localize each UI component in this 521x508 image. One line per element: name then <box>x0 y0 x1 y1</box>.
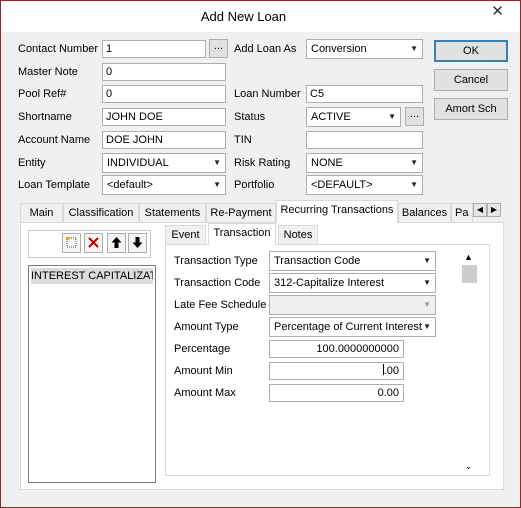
ok-button[interactable]: OK <box>434 40 508 62</box>
transaction-code-select[interactable]: 312-Capitalize Interest ▼ <box>269 273 436 293</box>
entity-label: Entity <box>18 157 46 169</box>
close-button[interactable]: ✕ <box>475 1 520 22</box>
loan-number-input[interactable]: C5 <box>306 85 423 103</box>
chevron-down-icon: ▼ <box>213 158 221 167</box>
percentage-label: Percentage <box>174 343 231 355</box>
tab-overflow[interactable]: Pa <box>451 203 473 222</box>
tab-transaction[interactable]: Transaction <box>208 223 276 245</box>
contact-number-input[interactable]: 1 <box>102 40 206 58</box>
risk-rating-label: Risk Rating <box>234 157 291 169</box>
chevron-down-icon: ▼ <box>423 300 431 309</box>
amount-max-input[interactable]: 0.00 <box>269 384 404 402</box>
chevron-down-icon: ▼ <box>423 322 431 331</box>
chevron-down-icon: ▼ <box>410 158 418 167</box>
arrow-up-icon[interactable] <box>107 233 126 253</box>
amount-type-select[interactable]: Percentage of Current Interest ▼ <box>269 317 436 337</box>
tin-input[interactable] <box>306 131 423 149</box>
amount-min-value-after: .00 <box>383 365 399 377</box>
list-item[interactable]: INTEREST CAPITALIZATION <box>31 268 153 284</box>
tab-re-payment[interactable]: Re-Payment <box>206 203 276 222</box>
scroll-up-icon[interactable]: ▲ <box>460 251 477 263</box>
late-fee-schedule-label: Late Fee Schedule <box>174 299 267 311</box>
pool-ref-label: Pool Ref# <box>18 88 67 100</box>
amount-type-label: Amount Type <box>174 321 239 333</box>
loan-template-value: <default> <box>107 179 153 191</box>
cancel-button[interactable]: Cancel <box>434 69 508 91</box>
chevron-down-icon: ▼ <box>423 278 431 287</box>
scroll-down-icon[interactable]: ⌄ <box>460 459 477 473</box>
tin-label: TIN <box>234 134 252 146</box>
master-note-label: Master Note <box>18 66 78 78</box>
window-title: Add New Loan <box>200 9 287 24</box>
loan-template-label: Loan Template <box>18 179 90 191</box>
shortname-label: Shortname <box>18 111 72 123</box>
add-loan-as-select[interactable]: Conversion ▼ <box>306 39 423 59</box>
portfolio-select[interactable]: <DEFAULT> ▼ <box>306 175 423 195</box>
add-loan-as-value: Conversion <box>311 43 367 55</box>
risk-rating-value: NONE <box>311 157 343 169</box>
master-note-input[interactable]: 0 <box>102 63 226 81</box>
transaction-code-value: 312-Capitalize Interest <box>274 277 385 289</box>
scroll-thumb[interactable] <box>462 265 477 283</box>
tab-recurring-transactions[interactable]: Recurring Transactions <box>276 200 398 223</box>
tab-event[interactable]: Event <box>165 225 206 244</box>
status-value: ACTIVE <box>311 111 351 123</box>
add-new-loan-dialog: Add New Loan ✕ Contact Number Master Not… <box>0 0 521 508</box>
transactions-list[interactable]: INTEREST CAPITALIZATION <box>28 265 156 483</box>
portfolio-label: Portfolio <box>234 179 275 191</box>
contact-lookup-button[interactable]: ... <box>209 39 228 58</box>
loan-number-label: Loan Number <box>234 88 301 100</box>
title-bar[interactable]: Add New Loan ✕ <box>1 1 520 32</box>
amount-min-input[interactable]: .00 <box>269 362 404 380</box>
tab-main[interactable]: Main <box>20 203 63 222</box>
status-select[interactable]: ACTIVE ▼ <box>306 107 401 127</box>
entity-value: INDIVIDUAL <box>107 157 169 169</box>
amount-min-label: Amount Min <box>174 365 233 377</box>
loan-template-select[interactable]: <default> ▼ <box>102 175 226 195</box>
account-name-label: Account Name <box>18 134 91 146</box>
chevron-down-icon: ▼ <box>410 180 418 189</box>
entity-select[interactable]: INDIVIDUAL ▼ <box>102 153 226 173</box>
transaction-type-value: Transaction Code <box>274 255 361 267</box>
contact-number-label: Contact Number <box>18 43 99 55</box>
amort-schedule-button[interactable]: Amort Sch <box>434 98 508 120</box>
transaction-type-select[interactable]: Transaction Code ▼ <box>269 251 436 271</box>
detail-scrollbar[interactable]: ▲ ⌄ <box>460 251 477 473</box>
amount-max-label: Amount Max <box>174 387 236 399</box>
tab-notes[interactable]: Notes <box>278 225 318 244</box>
loan-tabs: Main Classification Statements Re-Paymen… <box>20 200 504 223</box>
shortname-input[interactable]: JOHN DOE <box>102 108 226 126</box>
tab-scroll-left-icon[interactable]: ◀ <box>473 203 487 217</box>
tab-balances[interactable]: Balances <box>398 203 451 222</box>
delete-icon[interactable] <box>84 233 103 253</box>
late-fee-schedule-select[interactable]: ▼ <box>269 295 436 315</box>
portfolio-value: <DEFAULT> <box>311 179 373 191</box>
pool-ref-input[interactable]: 0 <box>102 85 226 103</box>
percentage-input[interactable]: 100.0000000000 <box>269 340 404 358</box>
account-name-input[interactable]: DOE JOHN <box>102 131 226 149</box>
chevron-down-icon: ▼ <box>423 256 431 265</box>
status-label: Status <box>234 111 266 123</box>
arrow-down-icon[interactable] <box>128 233 147 253</box>
tab-classification[interactable]: Classification <box>63 203 139 222</box>
tab-statements[interactable]: Statements <box>139 203 206 222</box>
add-loan-as-label: Add Loan As <box>234 43 297 55</box>
new-item-icon[interactable] <box>62 233 81 253</box>
tab-scroll-right-icon[interactable]: ▶ <box>487 203 501 217</box>
amount-type-value: Percentage of Current Interest <box>274 321 422 333</box>
transaction-type-label: Transaction Type <box>174 255 258 267</box>
chevron-down-icon: ▼ <box>213 180 221 189</box>
status-lookup-button[interactable]: ... <box>405 107 424 126</box>
chevron-down-icon: ▼ <box>410 44 418 53</box>
risk-rating-select[interactable]: NONE ▼ <box>306 153 423 173</box>
transaction-code-label: Transaction Code <box>174 277 261 289</box>
chevron-down-icon: ▼ <box>388 112 396 121</box>
